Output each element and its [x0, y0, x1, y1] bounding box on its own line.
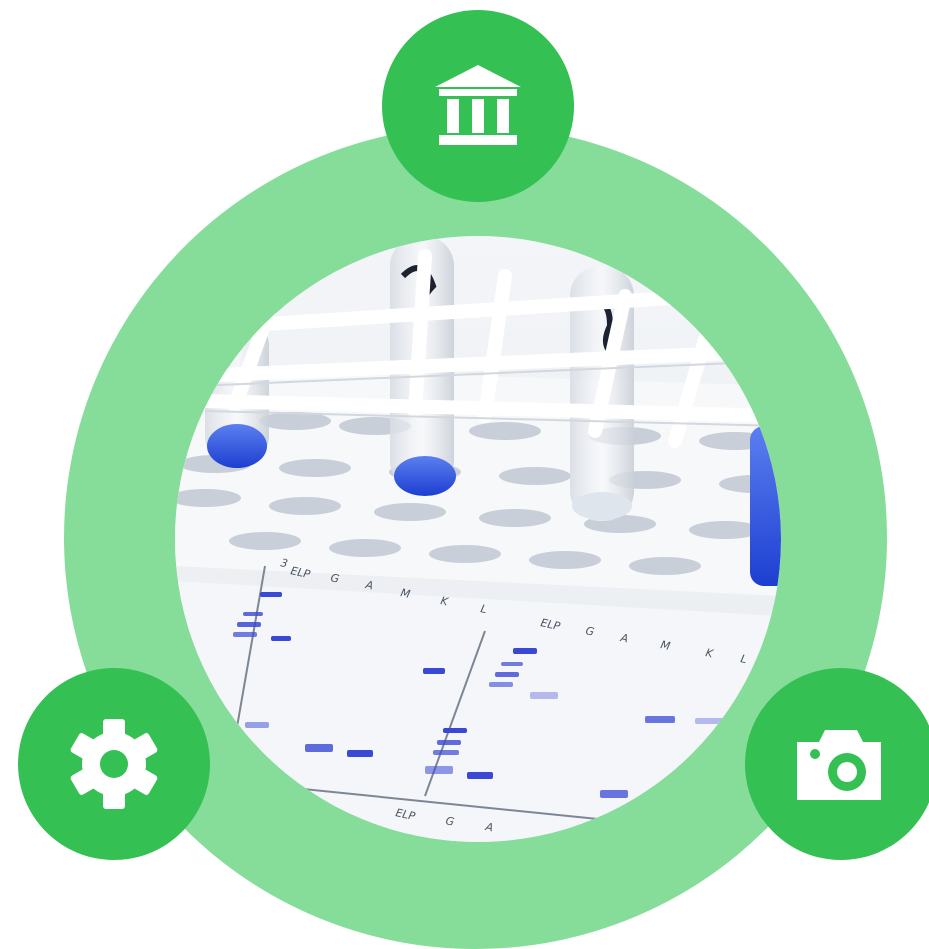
camera-icon — [793, 716, 889, 812]
diagram: 3 ELP G A M K L ELP G A M K L ELP G A — [0, 0, 929, 949]
lab-photo: 3 ELP G A M K L ELP G A M K L ELP G A — [175, 236, 781, 842]
settings-badge — [18, 668, 210, 860]
institution-badge — [382, 10, 574, 202]
institution-icon — [431, 59, 525, 153]
gear-icon — [64, 714, 164, 814]
camera-badge — [745, 668, 929, 860]
